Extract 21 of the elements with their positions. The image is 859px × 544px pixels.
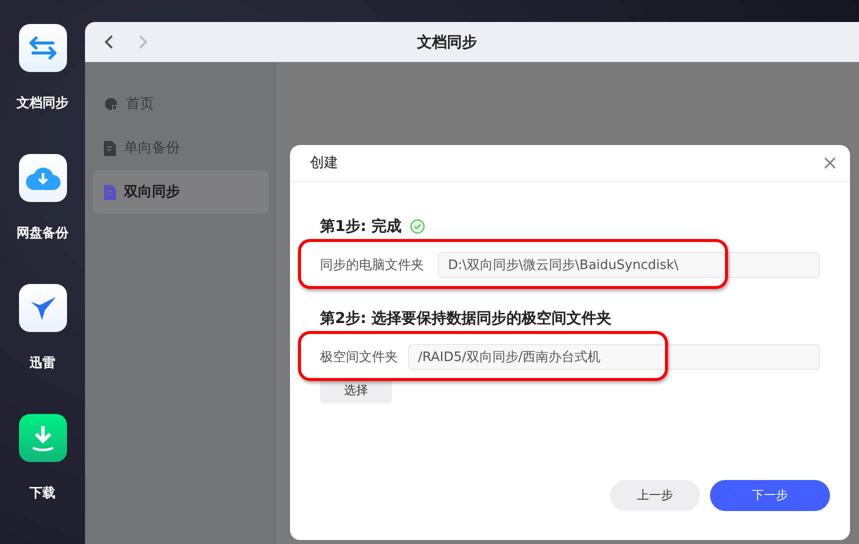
previous-button[interactable]: 上一步	[610, 480, 700, 511]
folder-path-field[interactable]: /RAID5/双向同步/西南办台式机	[408, 344, 820, 370]
dialog-title: 创建	[310, 154, 339, 172]
close-button[interactable]	[822, 155, 838, 171]
sidebar-item[interactable]: 双向同步	[93, 170, 269, 214]
document-icon	[104, 140, 116, 156]
arrows-icon	[28, 35, 58, 61]
field-label: 极空间文件夹	[320, 349, 398, 366]
chevron-left-icon[interactable]	[104, 34, 114, 50]
next-button[interactable]: 下一步	[710, 480, 830, 511]
home-icon	[104, 97, 118, 111]
app-label[interactable]: 迅雷	[30, 354, 56, 372]
field-label: 同步的电脑文件夹	[320, 257, 424, 274]
step-title: 第1步: 完成	[320, 216, 402, 236]
folder-path-field[interactable]: D:\双向同步\微云同步\BaiduSyncdisk\	[438, 252, 820, 278]
document-icon	[104, 184, 116, 200]
step-title: 第2步: 选择要保持数据同步的极空间文件夹	[320, 308, 612, 328]
app-label[interactable]: 文档同步	[16, 94, 68, 112]
window-title: 文档同步	[416, 32, 478, 52]
app-label[interactable]: 下载	[30, 484, 56, 502]
app-label[interactable]: 网盘备份	[16, 224, 68, 242]
